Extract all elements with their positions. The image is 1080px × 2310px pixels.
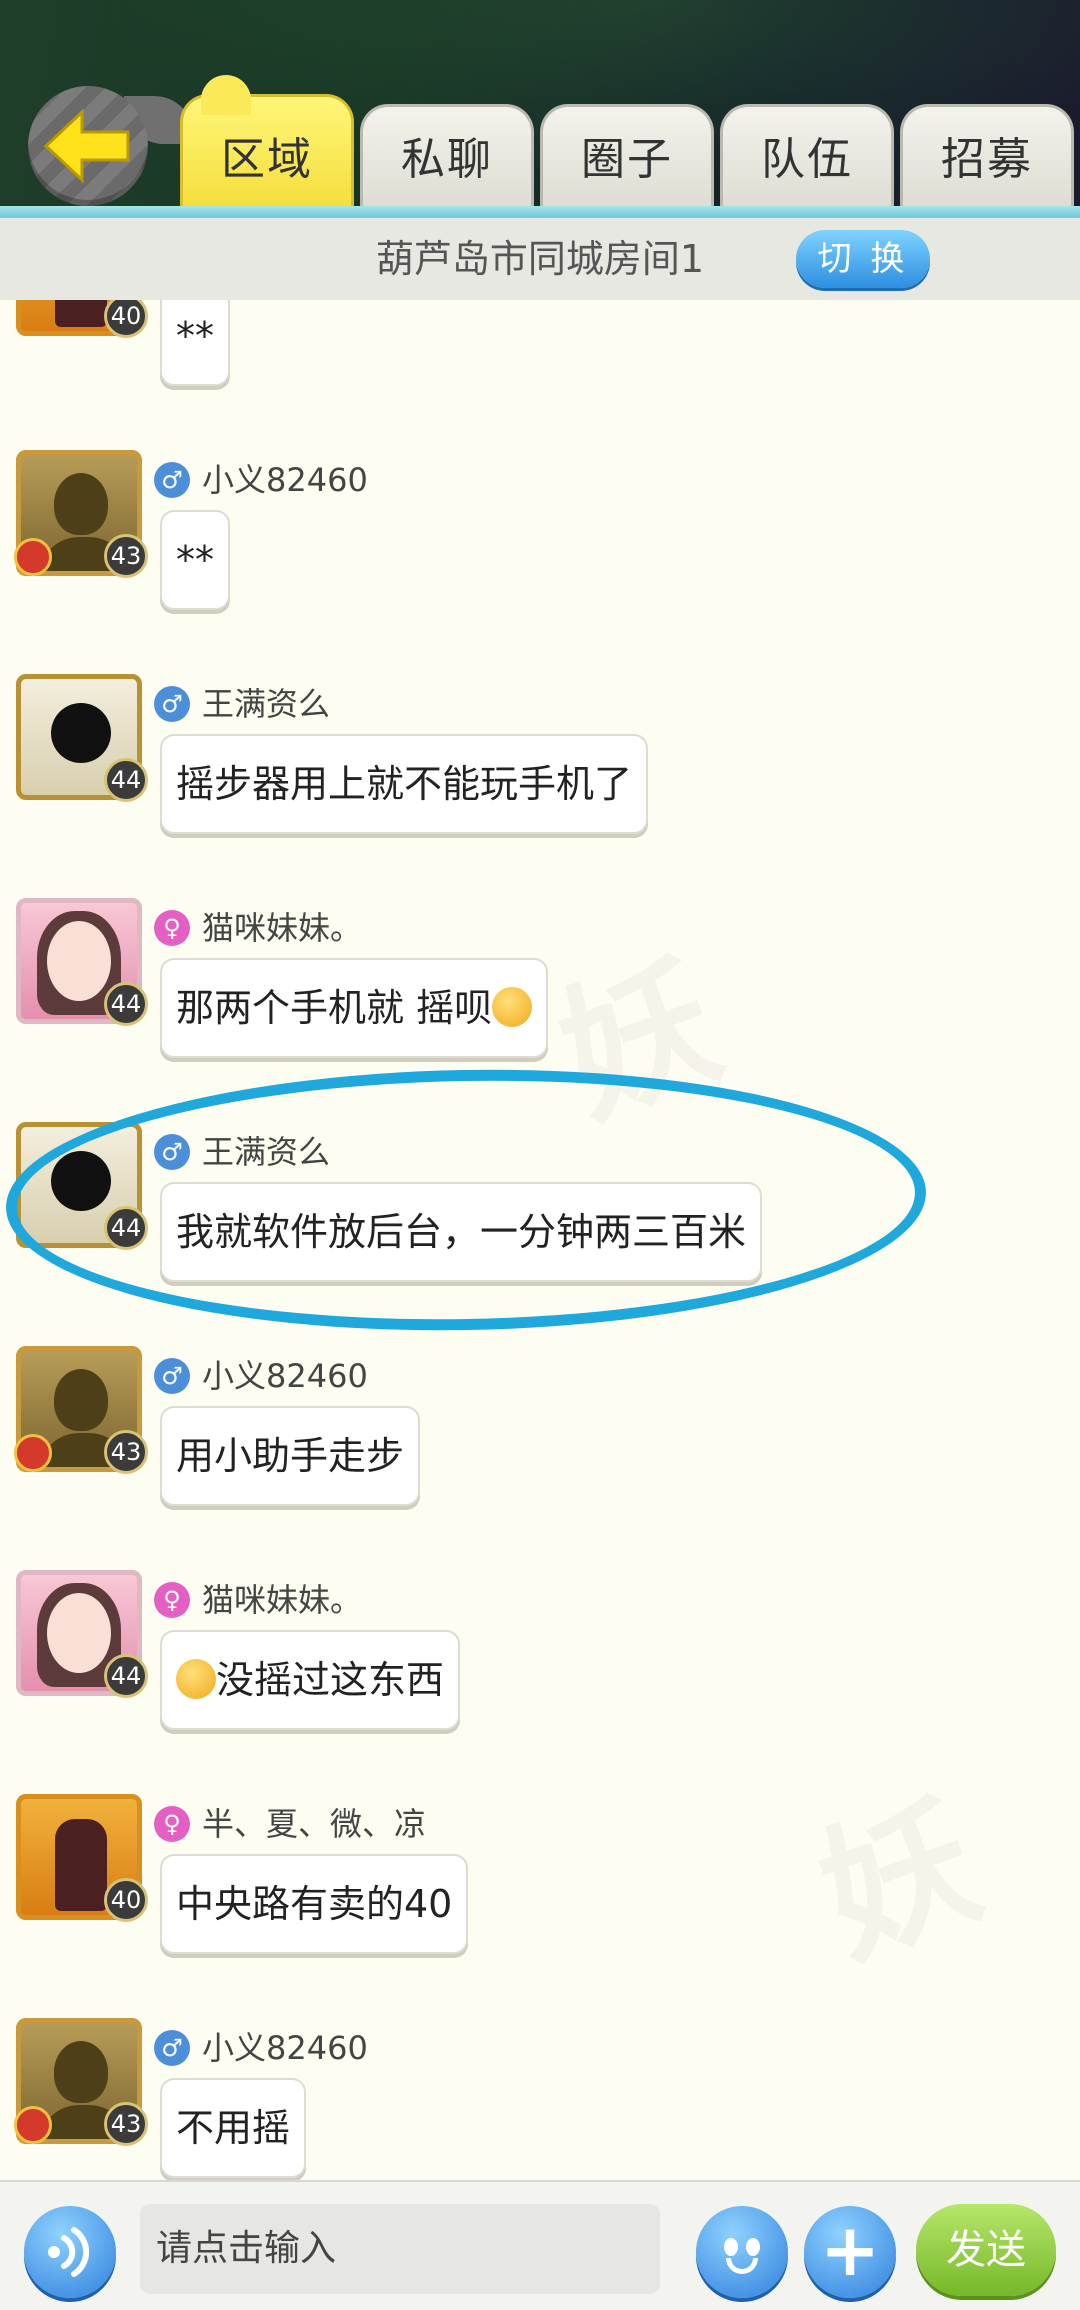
message-bubble[interactable]: 用小助手走步 xyxy=(160,1406,421,1506)
top-header: 区域 私聊 圈子 队伍 招募 xyxy=(0,0,1080,218)
burger-badge-icon xyxy=(14,2106,52,2144)
message-bubble[interactable]: 中央路有卖的40 xyxy=(160,1854,469,1954)
level-badge: 44 xyxy=(104,1654,148,1698)
username[interactable]: 猫咪妹妹。 xyxy=(202,908,362,948)
background-watermark: 妖 xyxy=(787,1741,1002,1996)
male-icon: ♂ xyxy=(154,462,190,498)
message-bubble[interactable]: ** xyxy=(160,300,230,386)
male-icon: ♂ xyxy=(154,2030,190,2066)
voice-button[interactable] xyxy=(24,2206,116,2298)
message-text: 摇步器用上就不能玩手机了 xyxy=(176,762,633,806)
level-badge: 43 xyxy=(104,534,148,578)
burger-badge-icon xyxy=(14,1434,52,1472)
message-text: 中央路有卖的40 xyxy=(176,1882,453,1926)
message-bubble[interactable]: 没摇过这东西 xyxy=(160,1630,461,1730)
message-bubble[interactable]: 那两个手机就 摇呗 xyxy=(160,958,549,1058)
male-icon: ♂ xyxy=(154,1358,190,1394)
message-text: 没摇过这东西 xyxy=(216,1658,445,1702)
room-bar: 葫芦岛市同城房间1 切 换 xyxy=(0,218,1080,300)
username[interactable]: 小义82460 xyxy=(202,1356,368,1396)
level-badge: 43 xyxy=(104,1430,148,1474)
message-bubble[interactable]: ** xyxy=(160,510,230,610)
smile-icon xyxy=(726,2258,758,2274)
header-divider xyxy=(0,206,1080,218)
tab-private-chat[interactable]: 私聊 xyxy=(360,104,534,210)
plus-button[interactable]: + xyxy=(804,2206,896,2298)
input-bar: 请点击输入 + 发送 xyxy=(0,2180,1080,2310)
level-badge: 40 xyxy=(104,1878,148,1922)
emoji-eye xyxy=(724,2238,738,2256)
switch-room-button[interactable]: 切 换 xyxy=(796,230,930,288)
female-icon: ♀ xyxy=(154,910,190,946)
message-text: 那两个手机就 摇呗 xyxy=(176,986,493,1030)
username[interactable]: 小义82460 xyxy=(202,2028,368,2068)
level-badge: 44 xyxy=(104,758,148,802)
message-text: 用小助手走步 xyxy=(176,1434,405,1478)
tab-bar: 区域 私聊 圈子 队伍 招募 xyxy=(180,75,1080,210)
voice-icon xyxy=(48,2227,90,2277)
message-text: 不用摇 xyxy=(176,2106,291,2150)
send-button[interactable]: 发送 xyxy=(916,2204,1056,2296)
confused-emoji-icon xyxy=(176,1658,216,1699)
username[interactable]: 半、夏、微、凉 xyxy=(202,1804,426,1844)
username[interactable]: 王满资么 xyxy=(202,684,330,724)
message-text: ** xyxy=(176,538,214,582)
back-button[interactable] xyxy=(28,86,194,206)
level-badge: 44 xyxy=(104,982,148,1026)
tab-recruit[interactable]: 招募 xyxy=(900,104,1074,210)
username[interactable]: 猫咪妹妹。 xyxy=(202,1580,362,1620)
chat-list[interactable]: 妖 妖 40 ** 43 ♂ 小义82460 ** 44 ♂ 王满资么 摇步器用… xyxy=(0,300,1080,2180)
message-input[interactable]: 请点击输入 xyxy=(140,2204,660,2294)
highlight-circle xyxy=(3,1061,929,1339)
tab-region[interactable]: 区域 xyxy=(180,75,354,210)
tab-circle[interactable]: 圈子 xyxy=(540,104,714,210)
emoji-button[interactable] xyxy=(696,2206,788,2298)
tab-team[interactable]: 队伍 xyxy=(720,104,894,210)
level-badge: 40 xyxy=(104,300,148,338)
message-bubble[interactable]: 不用摇 xyxy=(160,2078,307,2178)
female-icon: ♀ xyxy=(154,1806,190,1842)
male-icon: ♂ xyxy=(154,686,190,722)
message-bubble[interactable]: 摇步器用上就不能玩手机了 xyxy=(160,734,649,834)
message-text: ** xyxy=(176,314,214,358)
burger-badge-icon xyxy=(14,538,52,576)
back-arrow-icon xyxy=(43,108,130,184)
username[interactable]: 小义82460 xyxy=(202,460,368,500)
yawn-emoji-icon xyxy=(492,986,533,1027)
female-icon: ♀ xyxy=(154,1582,190,1618)
level-badge: 43 xyxy=(104,2102,148,2146)
emoji-eye xyxy=(746,2238,760,2256)
